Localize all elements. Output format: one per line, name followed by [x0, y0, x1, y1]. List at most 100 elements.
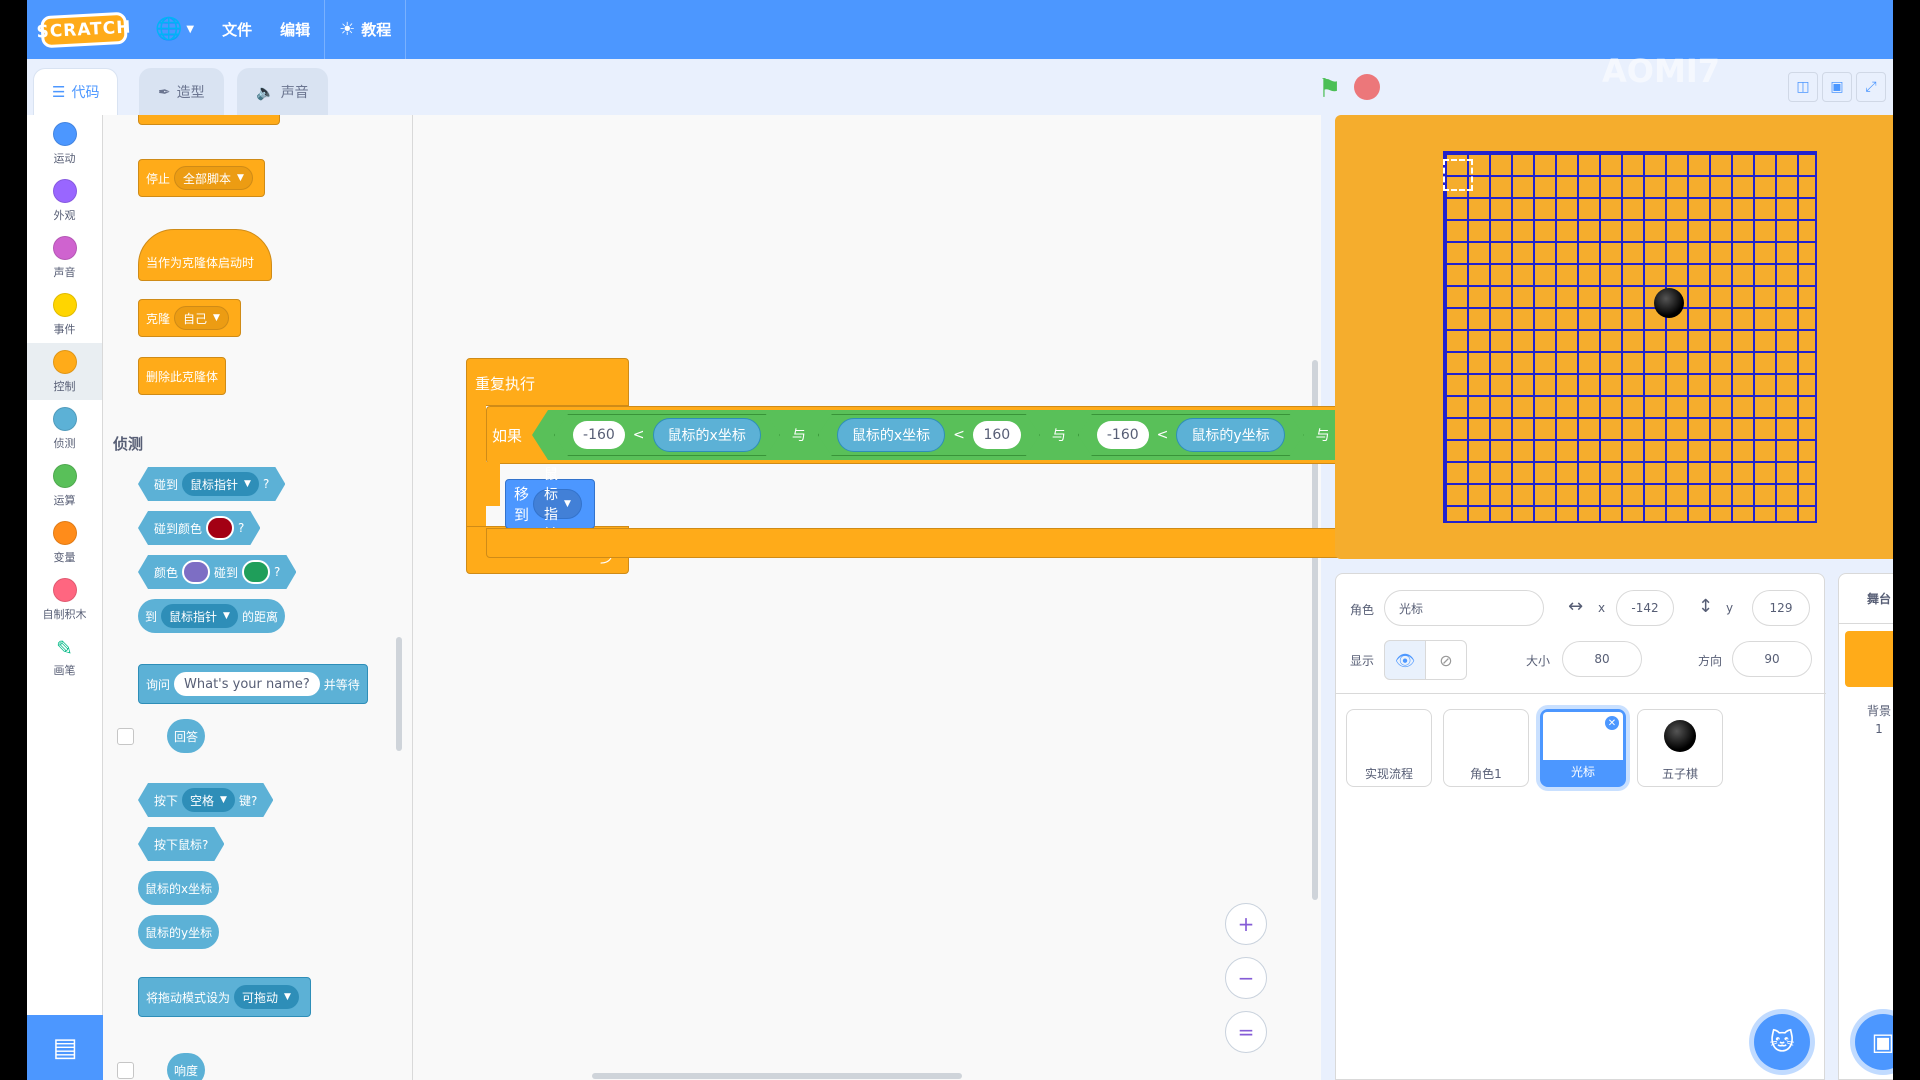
color-swatch[interactable]	[242, 560, 270, 584]
category-label: 运动	[53, 151, 76, 165]
category-motion[interactable]: 运动	[27, 115, 102, 172]
chevron-down-icon: ▼	[237, 173, 244, 183]
stage-thumbnail[interactable]	[1845, 631, 1893, 687]
color-swatch[interactable]	[182, 560, 210, 584]
choose-sprite-button[interactable]: 🐱	[1754, 1014, 1810, 1070]
palette-block-distance-to[interactable]: 到 鼠标指针 ▼ 的距离	[138, 599, 285, 633]
category-variables[interactable]: 变量	[27, 514, 102, 571]
palette-block-touching-color[interactable]: 碰到颜色 ?	[138, 511, 260, 545]
mouse-x-reporter[interactable]: 鼠标的x坐标	[837, 418, 945, 452]
direction-input[interactable]: 90	[1732, 641, 1812, 677]
category-looks[interactable]: 外观	[27, 172, 102, 229]
distance-option-dropdown[interactable]: 鼠标指针 ▼	[161, 604, 238, 628]
less-than-block[interactable]: -160 < 鼠标的x坐标	[554, 414, 780, 456]
script-area[interactable]	[413, 115, 1321, 1080]
zoom-in-button[interactable]: +	[1225, 903, 1267, 945]
category-my-blocks[interactable]: 自制积木	[27, 571, 102, 628]
palette-block-key-pressed[interactable]: 按下 空格 ▼ 键?	[138, 783, 273, 817]
answer-monitor-checkbox[interactable]	[117, 728, 134, 745]
loudness-monitor-checkbox[interactable]	[117, 1062, 134, 1079]
stage-canvas[interactable]	[1335, 115, 1893, 559]
number-input[interactable]: -160	[573, 421, 625, 449]
zoom-reset-button[interactable]: =	[1225, 1011, 1267, 1053]
mouse-x-reporter[interactable]: 鼠标的x坐标	[653, 418, 761, 452]
palette-block-when-clone-starts[interactable]: 当作为克隆体启动时	[138, 229, 272, 281]
palette-block-mouse-y[interactable]: 鼠标的y坐标	[138, 915, 220, 949]
category-events[interactable]: 事件	[27, 286, 102, 343]
palette-block-create-clone[interactable]: 克隆 自己 ▼	[138, 299, 241, 337]
fullscreen-button[interactable]: ⤢	[1856, 72, 1886, 102]
sprite-name-input[interactable]: 光标	[1384, 590, 1544, 626]
palette-block-partial[interactable]	[138, 115, 280, 125]
sprite-card[interactable]: 实现流程	[1346, 709, 1432, 787]
scratch-logo[interactable]: SCRATCH	[36, 11, 132, 48]
mouse-y-reporter[interactable]: 鼠标的y坐标	[1176, 418, 1284, 452]
hide-sprite-button[interactable]: ⊘	[1425, 640, 1467, 680]
palette-scrollbar[interactable]	[396, 637, 402, 751]
tab-sounds[interactable]: 🔈 声音	[237, 68, 328, 115]
category-sound[interactable]: 声音	[27, 229, 102, 286]
file-menu[interactable]: 文件	[208, 0, 266, 59]
category-sensing[interactable]: 侦测	[27, 400, 102, 457]
category-label: 外观	[53, 208, 76, 222]
sprite-card[interactable]: 角色1	[1443, 709, 1529, 787]
language-menu[interactable]: 🌐 ▼	[141, 0, 208, 59]
palette-block-set-drag-mode[interactable]: 将拖动模式设为 可拖动 ▼	[138, 977, 311, 1017]
sprite-card[interactable]: 五子棋	[1637, 709, 1723, 787]
delete-sprite-button[interactable]: ✕	[1604, 715, 1620, 731]
go-to-block[interactable]: 移到 鼠标指针▼	[505, 467, 595, 543]
add-extension-button[interactable]: ▤	[27, 1015, 103, 1080]
block-text: 按下鼠标?	[154, 837, 209, 852]
black-stone-piece[interactable]	[1654, 288, 1684, 318]
palette-block-stop[interactable]: 停止 全部脚本 ▼	[138, 159, 265, 197]
sensing-dot-icon	[52, 406, 77, 431]
looks-dot-icon	[52, 178, 77, 203]
touching-option-dropdown[interactable]: 鼠标指针 ▼	[182, 472, 259, 496]
category-label: 运算	[53, 493, 76, 507]
palette-block-ask-and-wait[interactable]: 询问 What's your name? 并等待	[138, 664, 368, 704]
choose-backdrop-button[interactable]: ▣	[1855, 1014, 1893, 1070]
tab-code[interactable]: ☰ 代码	[33, 68, 119, 115]
y-position-input[interactable]: 129	[1752, 590, 1810, 626]
ask-text-input[interactable]: What's your name?	[174, 672, 320, 696]
size-input[interactable]: 80	[1562, 641, 1642, 677]
number-input[interactable]: -160	[1097, 421, 1149, 449]
palette-block-loudness[interactable]: 响度	[167, 1053, 206, 1080]
category-control[interactable]: 控制	[27, 343, 102, 400]
green-flag-button[interactable]: ⚑	[1318, 74, 1341, 104]
clone-option-dropdown[interactable]: 自己 ▼	[174, 306, 229, 330]
palette-block-mouse-x[interactable]: 鼠标的x坐标	[138, 871, 220, 905]
palette-block-touching[interactable]: 碰到 鼠标指针 ▼ ?	[138, 467, 285, 501]
palette-block-answer[interactable]: 回答	[167, 719, 206, 753]
tutorials-menu[interactable]: ☀ 教程	[325, 0, 405, 59]
zoom-out-button[interactable]: −	[1225, 957, 1267, 999]
drag-option-dropdown[interactable]: 可拖动 ▼	[234, 985, 299, 1009]
color-swatch[interactable]	[206, 516, 234, 540]
palette-block-delete-clone[interactable]: 删除此克隆体	[138, 357, 227, 395]
script-area-horizontal-scrollbar[interactable]	[592, 1073, 962, 1079]
small-stage-button[interactable]: ◫	[1788, 72, 1818, 102]
go-to-target-dropdown[interactable]: 鼠标指针▼	[533, 467, 582, 543]
stage-selector[interactable]: 舞台 背景 1 ▣	[1838, 573, 1893, 1080]
tab-sounds-label: 声音	[280, 85, 309, 101]
number-input[interactable]: 160	[973, 421, 1021, 449]
cat-icon: 🐱	[1769, 1028, 1795, 1056]
normal-stage-button[interactable]: ▣	[1822, 72, 1852, 102]
less-than-block[interactable]: 鼠标的x坐标 < 160	[818, 414, 1040, 456]
key-option-dropdown[interactable]: 空格 ▼	[182, 788, 235, 812]
category-operators[interactable]: 运算	[27, 457, 102, 514]
tab-costumes[interactable]: ✒ 造型	[139, 68, 224, 115]
sprite-card-selected[interactable]: ✕ 光标	[1540, 709, 1626, 787]
show-sprite-button[interactable]: 👁	[1384, 640, 1426, 680]
category-label: 侦测	[53, 436, 76, 450]
edit-menu[interactable]: 编辑	[266, 0, 324, 59]
forever-block-header[interactable]: 重复执行	[466, 358, 629, 406]
cursor-sprite[interactable]	[1443, 159, 1473, 191]
stop-button[interactable]	[1354, 74, 1380, 100]
category-pen[interactable]: ✎ 画笔	[27, 628, 102, 685]
less-than-block[interactable]: -160 < 鼠标的y坐标	[1078, 414, 1304, 456]
stop-option-dropdown[interactable]: 全部脚本 ▼	[174, 166, 253, 190]
palette-block-color-touching-color[interactable]: 颜色 碰到 ?	[138, 555, 296, 589]
x-position-input[interactable]: -142	[1616, 590, 1674, 626]
palette-block-mouse-down[interactable]: 按下鼠标?	[138, 827, 224, 861]
